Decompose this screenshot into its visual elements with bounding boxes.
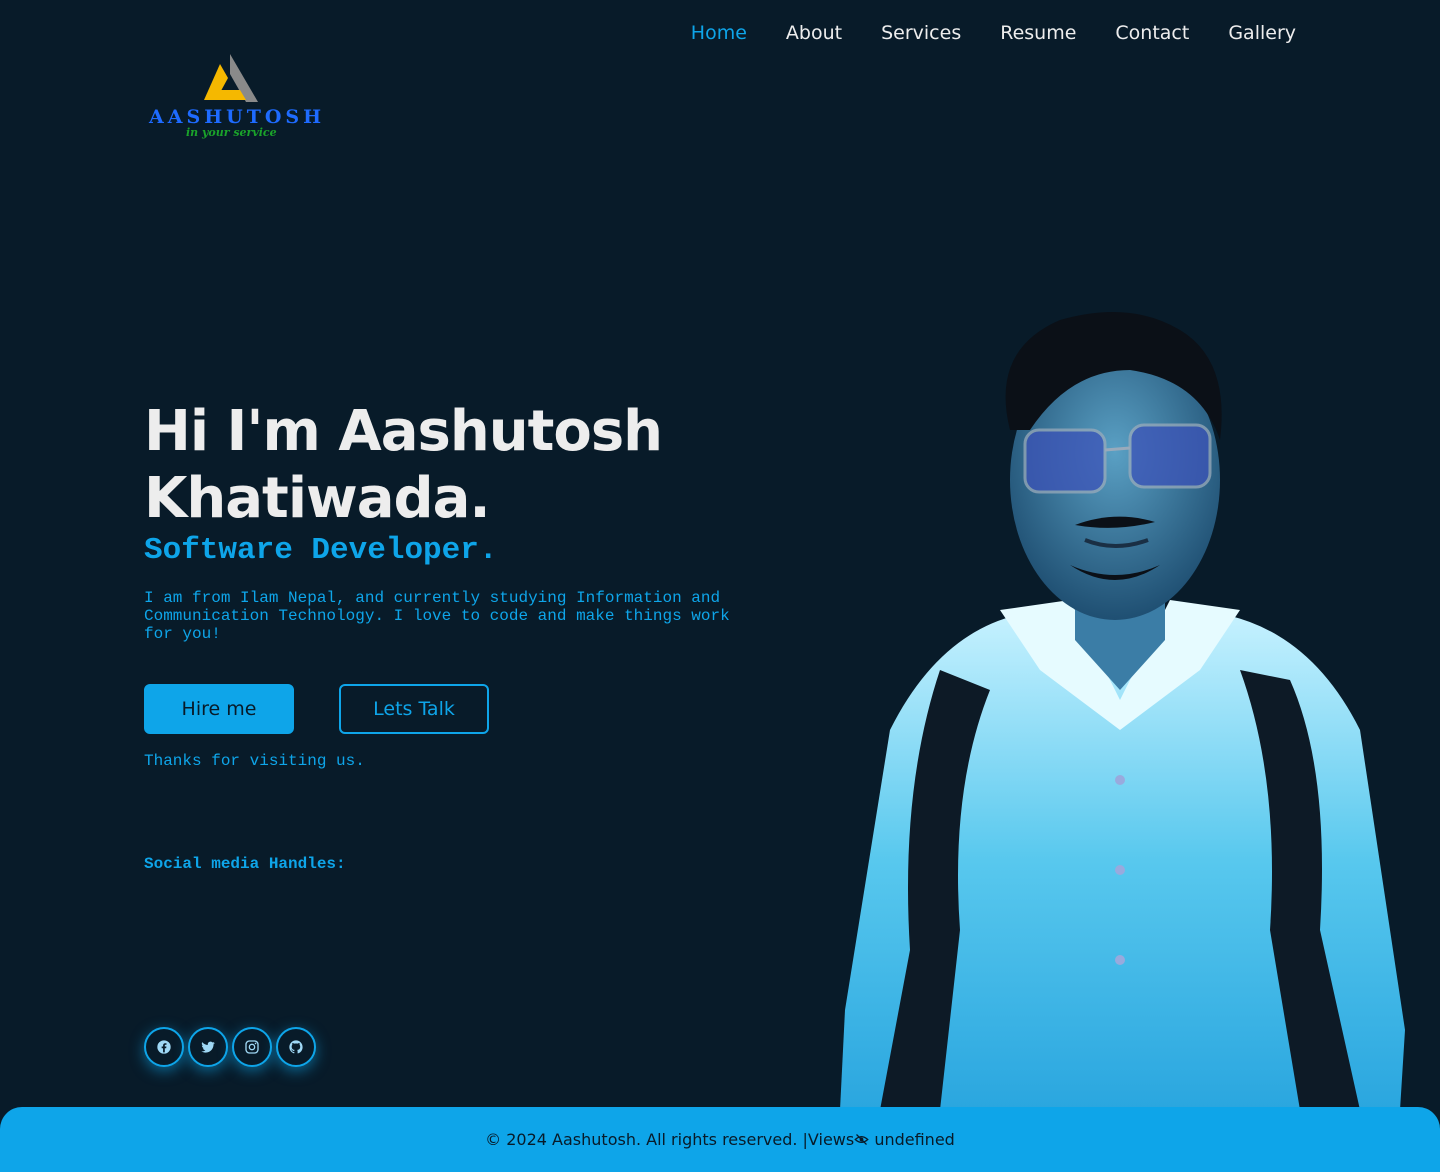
site-logo[interactable]: AASHUTOSH in your service <box>148 50 321 142</box>
instagram-link[interactable] <box>232 1027 272 1067</box>
nav-home[interactable]: Home <box>691 19 747 47</box>
nav-contact[interactable]: Contact <box>1115 19 1189 47</box>
nav-services[interactable]: Services <box>881 19 961 47</box>
hero-role: Software Developer. <box>144 533 498 568</box>
facebook-link[interactable] <box>144 1027 184 1067</box>
eye-off-icon <box>854 1134 869 1145</box>
profile-photo <box>840 312 1405 1110</box>
nav-gallery[interactable]: Gallery <box>1228 19 1296 47</box>
twitter-link[interactable] <box>188 1027 228 1067</box>
nav-about[interactable]: About <box>786 19 842 47</box>
instagram-icon <box>245 1040 259 1054</box>
lets-talk-button[interactable]: Lets Talk <box>339 684 489 734</box>
twitter-icon <box>201 1041 215 1053</box>
github-icon <box>289 1040 303 1054</box>
hero-description: I am from Ilam Nepal, and currently stud… <box>144 589 730 643</box>
hire-me-button[interactable]: Hire me <box>144 684 294 734</box>
nav-resume[interactable]: Resume <box>1000 19 1076 47</box>
footer-views-value: undefined <box>869 1130 955 1149</box>
social-links <box>144 1027 316 1067</box>
social-heading: Social media Handles: <box>144 855 346 873</box>
triangle-logo-icon <box>204 54 258 102</box>
main-nav: Home About Services Resume Contact Galle… <box>691 19 1296 47</box>
footer-copyright: © 2024 Aashutosh. All rights reserved. |… <box>485 1130 855 1149</box>
thanks-text: Thanks for visiting us. <box>144 752 365 770</box>
hero-title: Hi I'm Aashutosh Khatiwada. <box>144 399 663 531</box>
logo-wordmark: AASHUTOSH <box>149 106 326 128</box>
page: Home About Services Resume Contact Galle… <box>0 0 1440 1172</box>
facebook-icon <box>157 1040 171 1054</box>
logo-tagline: in your service <box>186 126 277 139</box>
site-footer: © 2024 Aashutosh. All rights reserved. |… <box>0 1107 1440 1172</box>
github-link[interactable] <box>276 1027 316 1067</box>
